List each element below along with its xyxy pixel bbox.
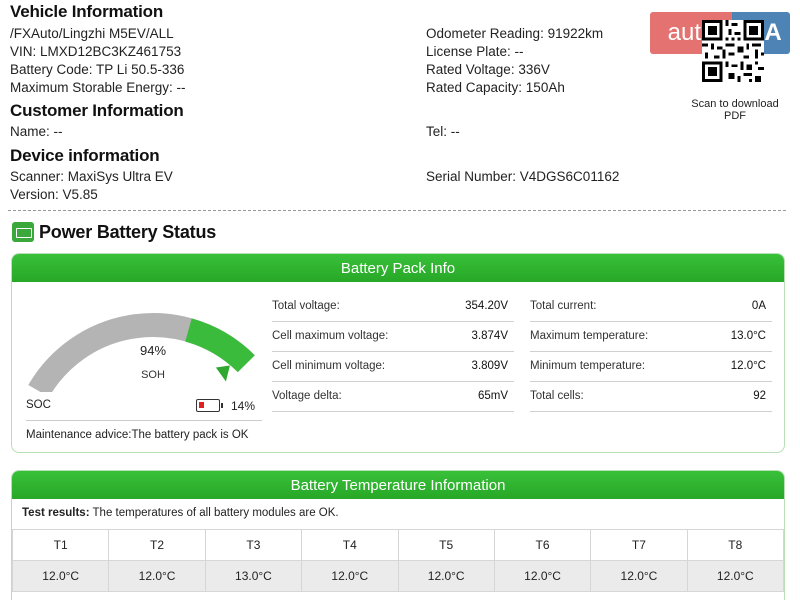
device-info-heading: Device information (10, 146, 160, 165)
soh-gauge: 94% SOH (28, 313, 255, 392)
customer-info-heading: Customer Information (10, 101, 184, 120)
section-divider (8, 210, 786, 211)
sensor-label: T6 (493, 529, 592, 561)
battery-pack-header: Battery Pack Info (12, 254, 784, 282)
low-battery-icon (196, 399, 223, 412)
soc-label: SOC (26, 399, 51, 411)
max-temperature-label: Maximum temperature: (530, 330, 649, 342)
total-voltage-label: Total voltage: (272, 300, 340, 312)
qr-caption-line-1: Scan to download (691, 98, 779, 110)
sensor-label: T3 (204, 529, 303, 561)
sensor-temperature: 13.0°C (204, 560, 303, 592)
soc-rule (26, 420, 262, 421)
sensor-temperature: 12.0°C (108, 560, 206, 592)
test-results-label: Test results: (22, 507, 90, 519)
voltage-delta-label: Voltage delta: (272, 390, 342, 402)
sensor-temperature: 12.0°C (493, 560, 592, 592)
software-version: Version: V5.85 (10, 187, 98, 202)
sensor-label: T4 (301, 529, 399, 561)
sensor-temperature: 12.0°C (12, 560, 110, 592)
qr-caption-line-2: PDF (724, 110, 746, 122)
qr-code-icon[interactable] (702, 20, 764, 82)
pack-info-row: Total current: 0A (530, 292, 772, 322)
sensor-label: T2 (108, 529, 206, 561)
max-storable-energy: Maximum Storable Energy: -- (10, 80, 186, 95)
total-current-value: 0A (751, 300, 766, 312)
maintenance-advice-label: Maintenance advice: (26, 429, 132, 441)
sensor-label: T8 (686, 529, 784, 561)
total-voltage-value: 354.20V (465, 300, 508, 312)
vehicle-info-heading: Vehicle Information (10, 2, 164, 21)
vehicle-path: /FXAuto/Lingzhi M5EV/ALL (10, 26, 174, 41)
sensor-temperature: 12.0°C (590, 560, 688, 592)
sensor-temperature: 12.0°C (686, 560, 784, 592)
pack-info-row: Total cells: 92 (530, 382, 772, 412)
sensor-label: T7 (590, 529, 688, 561)
min-temperature-value: 12.0°C (730, 360, 766, 372)
soh-value: 94% (140, 343, 166, 358)
maintenance-advice-text: The battery pack is OK (131, 429, 249, 441)
cell-min-voltage-label: Cell minimum voltage: (272, 360, 386, 372)
temperature-sensor-row: T1 T2 T3 T4 T5 T6 T7 T8 (12, 529, 784, 561)
temperature-table: T1 T2 T3 T4 T5 T6 T7 T8 12.0°C 12.0°C 13… (12, 529, 784, 592)
customer-tel: Tel: -- (426, 124, 460, 139)
total-cells-label: Total cells: (530, 390, 584, 402)
pack-info-row: Total voltage: 354.20V (272, 292, 514, 322)
sensor-temperature: 12.0°C (301, 560, 399, 592)
rated-capacity: Rated Capacity: 150Ah (426, 80, 565, 95)
temperature-test-results: Test results: The temperatures of all ba… (22, 507, 339, 519)
total-current-label: Total current: (530, 300, 597, 312)
soh-gauge-pointer (215, 365, 230, 382)
soh-gauge-fill (184, 318, 255, 373)
sensor-label: T5 (397, 529, 495, 561)
pack-info-row: Voltage delta: 65mV (272, 382, 514, 412)
battery-pack-panel: Battery Pack Info 94% SOH SOC 14% Mainte… (11, 253, 785, 453)
rated-voltage: Rated Voltage: 336V (426, 62, 550, 77)
voltage-delta-value: 65mV (477, 390, 508, 402)
max-temperature-value: 13.0°C (730, 330, 766, 342)
serial-number: Serial Number: V4DGS6C01162 (426, 169, 620, 184)
qr-caption: Scan to download PDF (684, 98, 786, 122)
battery-code: Battery Code: TP Li 50.5-336 (10, 62, 185, 77)
temperature-value-row: 12.0°C 12.0°C 13.0°C 12.0°C 12.0°C 12.0°… (12, 560, 784, 592)
odometer-reading: Odometer Reading: 91922km (426, 26, 604, 41)
test-results-text: The temperatures of all battery modules … (89, 507, 339, 519)
pack-info-row: Minimum temperature: 12.0°C (530, 352, 772, 382)
vin: VIN: LMXD12BC3KZ461753 (10, 44, 182, 59)
battery-temperature-header: Battery Temperature Information (12, 471, 784, 499)
sensor-temperature: 12.0°C (397, 560, 495, 592)
sensor-label: T1 (12, 529, 110, 561)
soc-value: 14% (231, 399, 256, 413)
cell-min-voltage-value: 3.809V (471, 360, 508, 372)
cell-max-voltage-label: Cell maximum voltage: (272, 330, 389, 342)
battery-status-icon (12, 222, 34, 242)
scanner: Scanner: MaxiSys Ultra EV (10, 169, 173, 184)
pack-info-row: Cell minimum voltage: 3.809V (272, 352, 514, 382)
power-battery-status-title: Power Battery Status (39, 222, 217, 242)
total-cells-value: 92 (753, 390, 766, 402)
cell-max-voltage-value: 3.874V (471, 330, 508, 342)
min-temperature-label: Minimum temperature: (530, 360, 646, 372)
maintenance-advice: Maintenance advice:The battery pack is O… (26, 429, 248, 441)
battery-temperature-panel: Battery Temperature Information Test res… (11, 470, 785, 600)
soh-label: SOH (141, 369, 165, 381)
license-plate: License Plate: -- (426, 44, 524, 59)
customer-name: Name: -- (10, 124, 63, 139)
pack-info-row: Cell maximum voltage: 3.874V (272, 322, 514, 352)
pack-info-row: Maximum temperature: 13.0°C (530, 322, 772, 352)
